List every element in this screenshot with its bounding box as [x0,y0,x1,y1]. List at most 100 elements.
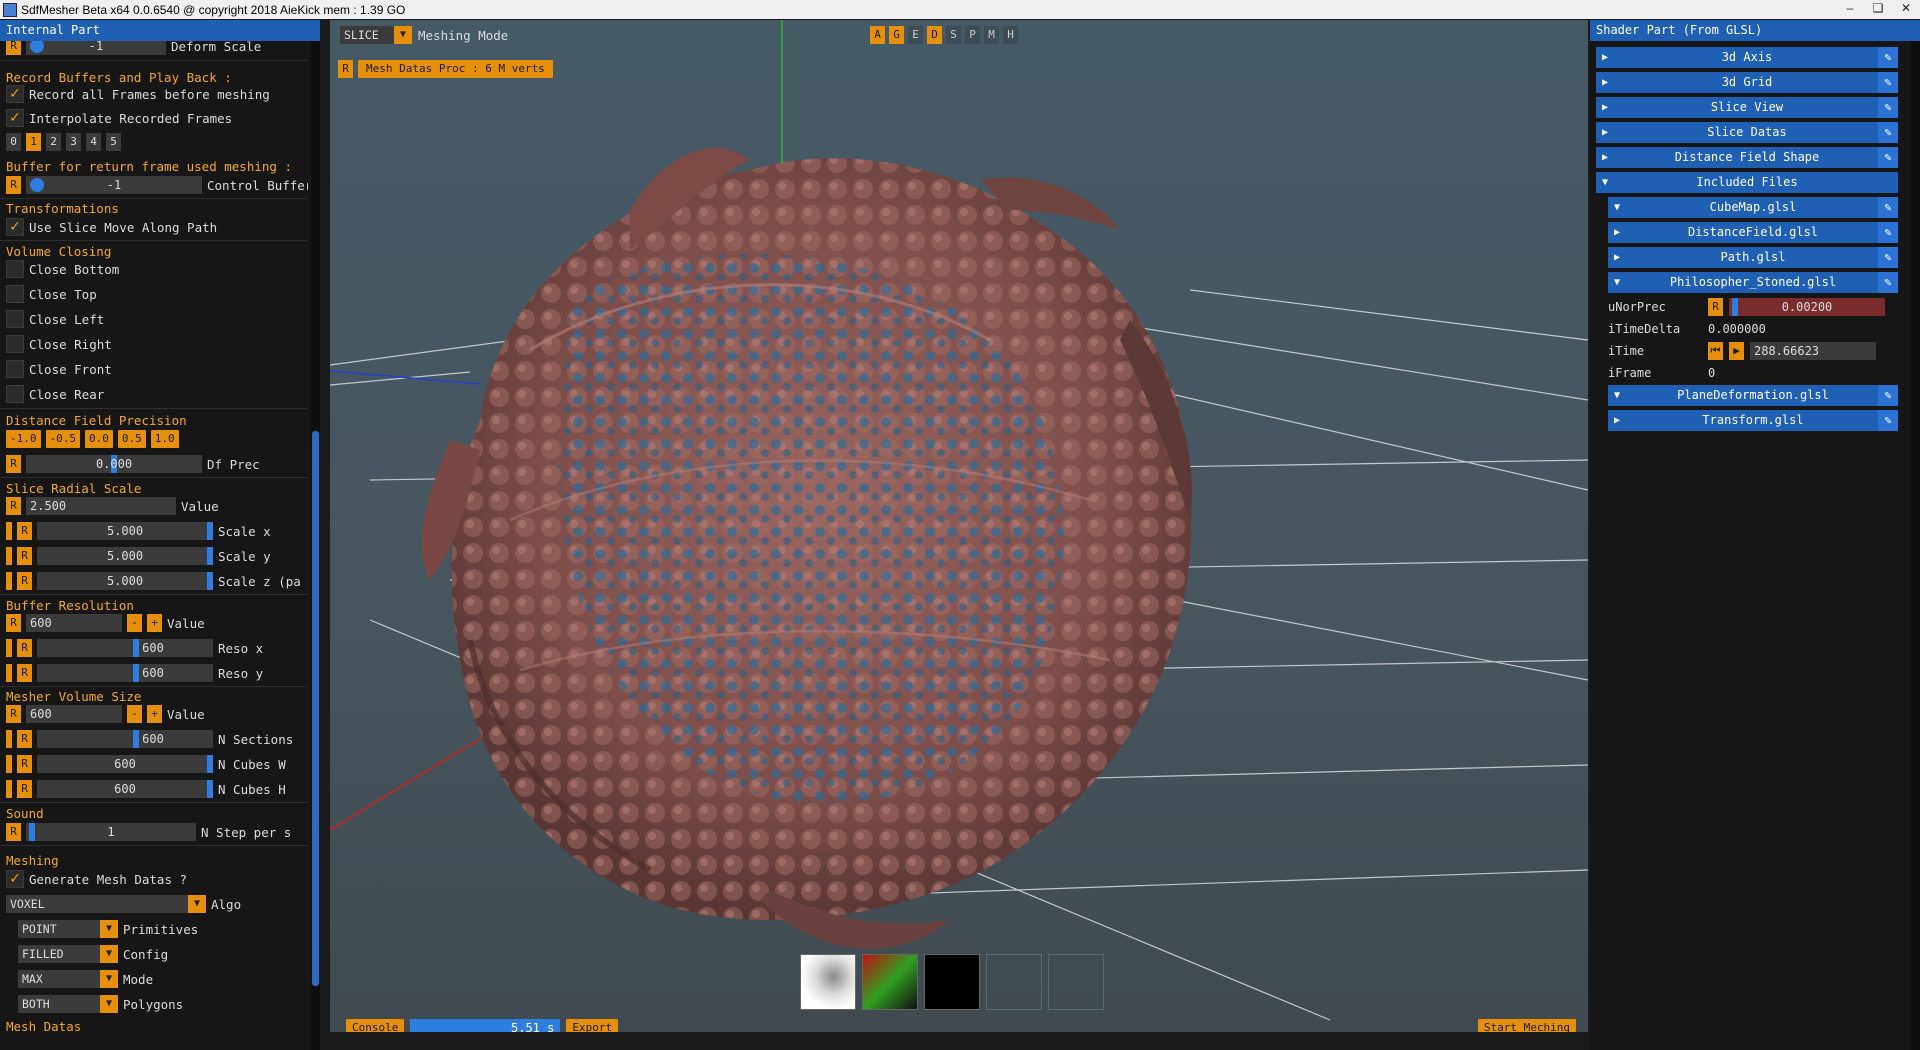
drag-bar[interactable] [6,572,12,590]
slice-radial-value-field[interactable]: 2.500 [26,497,176,515]
reset-button[interactable]: R [17,522,32,540]
toggle-g[interactable]: G [889,26,904,44]
decrement-button[interactable]: - [127,705,142,723]
toggle-d[interactable]: D [927,26,942,44]
polygons-combo[interactable]: BOTH ▼ [18,995,118,1013]
slider-knob[interactable] [30,178,44,192]
slider-grab[interactable] [29,823,35,841]
itime-field[interactable]: 288.66623 [1750,342,1876,360]
thumbnail-empty[interactable] [986,954,1042,1010]
toggle-e[interactable]: E [908,26,923,44]
buffer-res-value-field[interactable]: 600 [26,614,122,632]
df-prec-button-05[interactable]: 0.5 [117,430,146,448]
mesher-volume-value-field[interactable]: 600 [26,705,122,723]
node-cubemap-glsl[interactable]: ▼ CubeMap.glsl ✎ [1608,197,1898,218]
edit-icon[interactable]: ✎ [1878,272,1898,293]
chevron-down-icon[interactable]: ▼ [100,995,118,1013]
edit-icon[interactable]: ✎ [1878,147,1898,168]
node-path-glsl[interactable]: ▶ Path.glsl ✎ [1608,247,1898,268]
n-sections-slider[interactable]: 600 [37,730,213,748]
collapse-icon[interactable]: ▼ [1614,197,1620,218]
scale-x-slider[interactable]: 5.000 [37,522,213,540]
edit-icon[interactable]: ✎ [1878,47,1898,68]
edit-icon[interactable]: ✎ [1878,222,1898,243]
toggle-h[interactable]: H [1003,26,1018,44]
reso-y-slider[interactable]: 600 [37,664,213,682]
scrollbar-thumb[interactable] [312,431,319,986]
chevron-down-icon[interactable]: ▼ [100,945,118,963]
slider-grab[interactable] [133,730,139,748]
reset-button[interactable]: R [6,823,21,841]
drag-bar[interactable] [6,522,12,540]
slider-grab[interactable] [133,664,139,682]
algo-combo[interactable]: VOXEL ▼ [6,895,206,913]
slider-knob[interactable] [30,41,44,53]
expand-icon[interactable]: ▶ [1602,72,1608,93]
reset-button[interactable]: R [17,780,32,798]
edit-icon[interactable]: ✎ [1878,97,1898,118]
node-distance-field-shape[interactable]: ▶ Distance Field Shape ✎ [1596,147,1898,168]
edit-icon[interactable]: ✎ [1878,197,1898,218]
frame-button-3[interactable]: 3 [66,133,81,151]
slider-grab[interactable] [1732,298,1738,316]
close-front-checkbox[interactable] [6,360,24,378]
skip-back-icon[interactable]: ⏮ [1708,342,1723,360]
toggle-p[interactable]: P [965,26,980,44]
node-slice-datas[interactable]: ▶ Slice Datas ✎ [1596,122,1898,143]
close-icon[interactable]: ✕ [1892,0,1920,18]
increment-button[interactable]: + [147,614,162,632]
slider-grab[interactable] [207,522,213,540]
slider-grab[interactable] [207,572,213,590]
expand-icon[interactable]: ▶ [1602,47,1608,68]
toggle-a[interactable]: A [870,26,885,44]
drag-bar[interactable] [6,730,12,748]
df-prec-slider[interactable]: 0.000 [26,455,202,473]
slider-grab[interactable] [207,780,213,798]
config-combo[interactable]: FILLED ▼ [18,945,118,963]
close-top-checkbox[interactable] [6,285,24,303]
close-rear-checkbox[interactable] [6,385,24,403]
frame-button-1[interactable]: 1 [26,133,41,151]
chevron-down-icon[interactable]: ▼ [188,895,206,913]
frame-button-2[interactable]: 2 [46,133,61,151]
reset-button[interactable]: R [17,730,32,748]
collapse-icon[interactable]: ▼ [1602,172,1608,193]
chevron-down-icon[interactable]: ▼ [100,920,118,938]
reset-button[interactable]: R [17,547,32,565]
toggle-m[interactable]: M [984,26,999,44]
primitives-combo[interactable]: POINT ▼ [18,920,118,938]
record-all-checkbox[interactable]: ✓ [6,85,24,103]
reset-button[interactable]: R [6,455,21,473]
node-slice-view[interactable]: ▶ Slice View ✎ [1596,97,1898,118]
edit-icon[interactable]: ✎ [1878,385,1898,406]
frame-button-5[interactable]: 5 [106,133,121,151]
drag-bar[interactable] [6,780,12,798]
restore-icon[interactable]: ❏ [1864,0,1892,18]
frame-button-0[interactable]: 0 [6,133,21,151]
thumbnail-grayscale[interactable] [800,954,856,1010]
3d-viewport[interactable]: SLICE ▼ Meshing Mode A G E D S P M H R M… [330,20,1588,1032]
view-mode-combo[interactable]: SLICE ▼ [340,26,412,44]
reset-button[interactable]: R [1708,298,1723,316]
expand-icon[interactable]: ▶ [1614,247,1620,268]
node-transform-glsl[interactable]: ▶ Transform.glsl ✎ [1608,410,1898,431]
node-included-files[interactable]: ▼ Included Files [1596,172,1898,193]
n-cubes-h-slider[interactable]: 600 [37,780,213,798]
reset-button[interactable]: R [17,639,32,657]
drag-bar[interactable] [6,639,12,657]
collapse-icon[interactable]: ▼ [1614,272,1620,293]
node-planedeformation-glsl[interactable]: ▼ PlaneDeformation.glsl ✎ [1608,385,1898,406]
df-prec-button-neg1[interactable]: -1.0 [6,430,41,448]
expand-icon[interactable]: ▶ [1602,147,1608,168]
df-prec-button-neg05[interactable]: -0.5 [45,430,80,448]
reset-button[interactable]: R [17,572,32,590]
reset-button[interactable]: R [6,41,21,55]
generate-mesh-checkbox[interactable]: ✓ [6,870,24,888]
node-distancefield-glsl[interactable]: ▶ DistanceField.glsl ✎ [1608,222,1898,243]
right-scrollbar[interactable] [1911,41,1920,1050]
reset-button[interactable]: R [338,60,353,78]
drag-bar[interactable] [6,664,12,682]
reset-button[interactable]: R [6,705,21,723]
edit-icon[interactable]: ✎ [1878,410,1898,431]
close-left-checkbox[interactable] [6,310,24,328]
